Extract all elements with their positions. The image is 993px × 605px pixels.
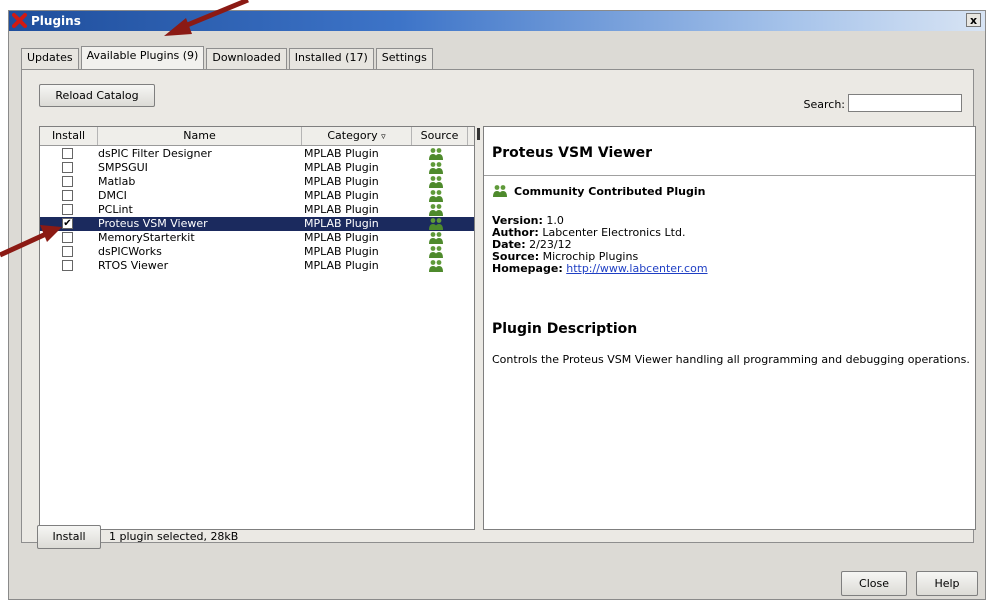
window-title: Plugins (31, 14, 81, 28)
table-row[interactable]: dsPICWorks MPLAB Plugin (40, 245, 474, 259)
community-people-icon (429, 246, 443, 258)
close-window-button[interactable]: x (966, 13, 981, 27)
help-button[interactable]: Help (916, 571, 978, 596)
description-text: Controls the Proteus VSM Viewer handling… (492, 353, 970, 366)
install-checkbox[interactable] (62, 204, 73, 215)
homepage-row: Homepage: http://www.labcenter.com (492, 263, 708, 275)
community-people-icon (493, 185, 507, 197)
description-heading: Plugin Description (492, 321, 638, 337)
detail-title: Proteus VSM Viewer (492, 145, 653, 161)
community-people-icon (429, 260, 443, 272)
column-header-name[interactable]: Name (98, 127, 302, 145)
table-row[interactable]: MemoryStarterkit MPLAB Plugin (40, 231, 474, 245)
tab-bar: Updates Available Plugins (9) Downloaded… (21, 46, 435, 69)
community-people-icon (429, 176, 443, 188)
install-checkbox[interactable] (62, 232, 73, 243)
install-button[interactable]: Install (37, 525, 101, 549)
detail-badge: Community Contributed Plugin (514, 185, 706, 198)
table-row[interactable]: Matlab MPLAB Plugin (40, 175, 474, 189)
community-people-icon (429, 162, 443, 174)
plugin-category: MPLAB Plugin (304, 245, 379, 258)
table-row[interactable]: dsPIC Filter Designer MPLAB Plugin (40, 147, 474, 161)
community-people-icon (429, 148, 443, 160)
selection-status: 1 plugin selected, 28kB (109, 530, 239, 543)
available-plugins-panel: Reload Catalog Search: Install Name Cate… (21, 69, 976, 543)
table-row[interactable]: SMPSGUI MPLAB Plugin (40, 161, 474, 175)
plugin-category: MPLAB Plugin (304, 189, 379, 202)
plugin-name: RTOS Viewer (98, 259, 169, 272)
install-checkbox[interactable] (62, 260, 73, 271)
pane-splitter-handle[interactable] (476, 126, 482, 530)
plugin-name: dsPIC Filter Designer (98, 147, 212, 160)
plugin-category: MPLAB Plugin (304, 175, 379, 188)
sort-filter-icon: ▿ (381, 132, 386, 142)
detail-divider (484, 175, 975, 176)
reload-catalog-button[interactable]: Reload Catalog (39, 84, 155, 107)
table-row[interactable]: PCLint MPLAB Plugin (40, 203, 474, 217)
tab-installed[interactable]: Installed (17) (288, 48, 374, 69)
search-label: Search: (803, 98, 846, 111)
tab-updates[interactable]: Updates (21, 48, 79, 69)
table-row[interactable]: ✔ Proteus VSM Viewer MPLAB Plugin (40, 217, 474, 231)
install-checkbox[interactable] (62, 162, 73, 173)
table-header: Install Name Category ▿ Source (40, 127, 474, 146)
plugin-name: DMCI (98, 189, 127, 202)
plugin-category: MPLAB Plugin (304, 231, 379, 244)
table-row[interactable]: RTOS Viewer MPLAB Plugin (40, 259, 474, 273)
plugin-detail-pane: Proteus VSM Viewer Community Contributed… (483, 126, 976, 530)
plugins-window: Plugins x Updates Available Plugins (9) … (8, 10, 986, 600)
table-row[interactable]: DMCI MPLAB Plugin (40, 189, 474, 203)
detail-info: Version: 1.0 Author: Labcenter Electroni… (492, 215, 708, 275)
install-checkbox[interactable] (62, 148, 73, 159)
install-checkbox[interactable] (62, 246, 73, 257)
plugin-name: Matlab (98, 175, 136, 188)
plugin-name: dsPICWorks (98, 245, 162, 258)
community-people-icon (429, 218, 443, 230)
plugin-category: MPLAB Plugin (304, 217, 379, 230)
column-header-install[interactable]: Install (40, 127, 98, 145)
tab-available-plugins[interactable]: Available Plugins (9) (80, 46, 205, 69)
plugin-category: MPLAB Plugin (304, 147, 379, 160)
plugin-list: Install Name Category ▿ Source dsPIC Fil… (39, 126, 475, 530)
plugin-name: Proteus VSM Viewer (98, 217, 208, 230)
homepage-label: Homepage: (492, 262, 563, 275)
community-people-icon (429, 204, 443, 216)
install-checkbox[interactable]: ✔ (62, 218, 73, 229)
homepage-link[interactable]: http://www.labcenter.com (566, 262, 707, 275)
community-people-icon (429, 190, 443, 202)
search-input[interactable] (848, 94, 962, 112)
column-header-category-label: Category (327, 129, 378, 142)
plugin-name: MemoryStarterkit (98, 231, 195, 244)
community-people-icon (429, 232, 443, 244)
plugin-category: MPLAB Plugin (304, 161, 379, 174)
tab-settings[interactable]: Settings (375, 48, 433, 69)
install-checkbox[interactable] (62, 176, 73, 187)
column-header-source[interactable]: Source (412, 127, 468, 145)
plugin-name: SMPSGUI (98, 161, 148, 174)
tab-downloaded[interactable]: Downloaded (206, 48, 287, 69)
plugin-category: MPLAB Plugin (304, 259, 379, 272)
title-bar: Plugins x (9, 11, 985, 31)
plugin-category: MPLAB Plugin (304, 203, 379, 216)
install-checkbox[interactable] (62, 190, 73, 201)
red-x-icon (12, 13, 27, 28)
plugin-name: PCLint (98, 203, 133, 216)
close-button[interactable]: Close (841, 571, 907, 596)
column-header-category[interactable]: Category ▿ (302, 127, 412, 145)
